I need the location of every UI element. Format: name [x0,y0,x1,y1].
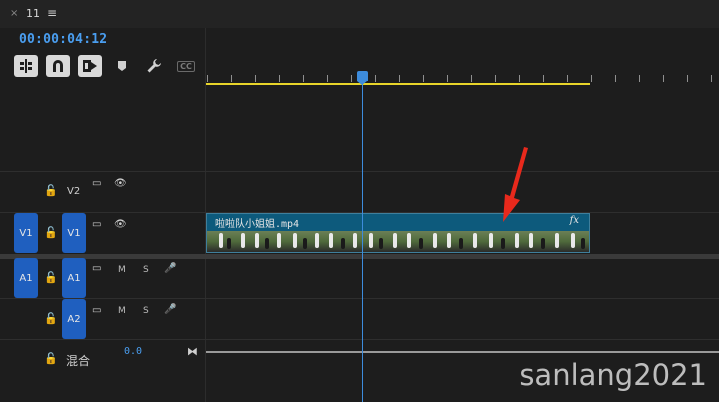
lock-mix-icon[interactable]: 🔓 [44,352,58,365]
work-area-bar[interactable] [206,83,590,85]
snap-button[interactable] [46,55,70,77]
mute-a2-button[interactable]: M [118,306,126,316]
snap-magnet-icon [53,60,63,72]
playhead-line[interactable] [362,82,363,402]
lock-a2-icon[interactable]: 🔓 [44,312,58,325]
solo-a1-button[interactable]: S [143,265,149,275]
insert-nest-icon [20,59,32,73]
panel-tab-bar [0,0,719,28]
linked-selection-icon [83,60,97,72]
track-name-v1[interactable]: V1 [62,213,86,253]
clip-title: 啦啦队小姐姐.mp4 [215,219,300,230]
lock-v2-icon[interactable]: 🔓 [44,184,58,197]
annotation-arrow-icon [503,147,528,222]
sequence-tab-title[interactable]: 11 [26,7,40,20]
source-patch-v1[interactable]: V1 [14,213,38,253]
voiceover-a2-icon[interactable]: 🎤 [164,304,176,315]
track-name-a1[interactable]: A1 [62,258,86,298]
sync-lock-v1-icon[interactable]: ▭ [92,219,101,230]
wrench-icon [147,59,161,73]
close-tab-icon[interactable]: × [10,8,18,19]
voiceover-a1-icon[interactable]: 🎤 [164,263,176,274]
add-marker-icon [118,61,126,71]
playhead-timecode[interactable]: 00:00:04:12 [19,32,107,47]
clip-fx-badge[interactable]: fx [570,215,579,226]
track-name-mix: 混合 [66,354,91,368]
timeline-settings-button[interactable] [142,55,166,77]
track-name-v2: V2 [67,186,81,197]
track-name-a2[interactable]: A2 [62,299,86,339]
eye-v2-icon[interactable]: 👁 [114,178,127,189]
eye-v1-icon[interactable]: 👁 [114,219,127,230]
go-to-end-icon[interactable]: ⧓ [187,345,198,358]
solo-a2-button[interactable]: S [143,306,149,316]
row-divider [0,339,719,340]
video-audio-divider[interactable] [0,254,719,259]
captions-icon: CC [177,60,195,72]
lock-v1-icon[interactable]: 🔓 [44,226,58,239]
mute-a1-button[interactable]: M [118,265,126,275]
mix-level-line[interactable] [206,351,719,353]
mix-volume-value[interactable]: 0.0 [124,346,142,357]
panel-menu-icon[interactable]: ≡ [47,6,57,20]
captions-button[interactable]: CC [174,55,198,77]
sync-lock-v2-icon[interactable]: ▭ [92,178,101,189]
linked-selection-button[interactable] [78,55,102,77]
row-divider [0,171,719,172]
insert-nest-button[interactable] [14,55,38,77]
sync-lock-a2-icon[interactable]: ▭ [92,305,101,316]
row-divider [0,298,719,299]
lock-a1-icon[interactable]: 🔓 [44,271,58,284]
sync-lock-a1-icon[interactable]: ▭ [92,263,101,274]
playhead-handle[interactable] [357,71,368,85]
clip-thumbnails [207,231,589,252]
source-patch-a1[interactable]: A1 [14,258,38,298]
watermark-text: sanlang2021 [519,358,707,392]
add-marker-button[interactable] [110,55,134,77]
